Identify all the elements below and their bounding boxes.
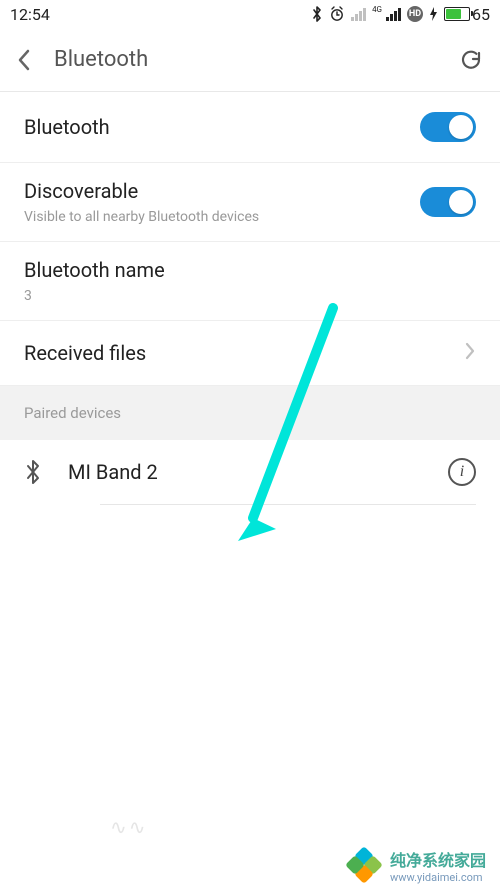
row-bluetooth-title: Bluetooth — [24, 115, 420, 139]
row-bluetooth[interactable]: Bluetooth — [0, 92, 500, 163]
page-title: Bluetooth — [54, 47, 458, 72]
discoverable-toggle[interactable] — [420, 187, 476, 217]
status-bar: 12:54 4G HD 65 — [0, 0, 500, 28]
refresh-icon — [458, 47, 484, 73]
bluetooth-toggle[interactable] — [420, 112, 476, 142]
battery-percent: 65 — [472, 5, 490, 24]
device-name: MI Band 2 — [68, 460, 448, 484]
status-icons: 4G HD 65 — [311, 5, 490, 24]
row-discoverable-sub: Visible to all nearby Bluetooth devices — [24, 209, 420, 225]
decorative-squiggle: ∿∿ — [110, 815, 148, 839]
info-icon: i — [460, 463, 464, 481]
watermark: 纯净系统家园 www.yidaimei.com — [0, 841, 500, 889]
watermark-url: www.yidaimei.com — [390, 871, 486, 884]
row-name-value: 3 — [24, 288, 476, 304]
watermark-title: 纯净系统家园 — [390, 847, 486, 871]
row-bluetooth-name[interactable]: Bluetooth name 3 — [0, 242, 500, 321]
back-button[interactable] — [16, 48, 32, 72]
hd-badge-icon: HD — [407, 6, 423, 22]
signal-1-icon — [351, 7, 366, 21]
row-discoverable-title: Discoverable — [24, 179, 420, 203]
row-received-files[interactable]: Received files — [0, 321, 500, 386]
chevron-right-icon — [464, 341, 476, 365]
row-discoverable[interactable]: Discoverable Visible to all nearby Bluet… — [0, 163, 500, 242]
row-received-title: Received files — [24, 341, 464, 365]
device-row[interactable]: MI Band 2 i — [0, 440, 500, 504]
signal-2-icon — [386, 7, 401, 21]
section-paired-devices: Paired devices — [0, 386, 500, 440]
chevron-left-icon — [16, 48, 32, 72]
app-bar: Bluetooth — [0, 28, 500, 92]
battery-icon: 65 — [444, 5, 490, 24]
device-info-button[interactable]: i — [448, 458, 476, 486]
status-time: 12:54 — [10, 5, 50, 24]
divider — [100, 504, 476, 505]
charging-icon — [429, 7, 438, 21]
refresh-button[interactable] — [458, 47, 484, 73]
row-name-title: Bluetooth name — [24, 258, 476, 282]
watermark-logo-icon — [348, 849, 380, 881]
network-4g-label: 4G — [372, 5, 382, 14]
alarm-icon — [329, 6, 345, 22]
bluetooth-icon — [24, 459, 42, 485]
bluetooth-status-icon — [311, 6, 323, 22]
